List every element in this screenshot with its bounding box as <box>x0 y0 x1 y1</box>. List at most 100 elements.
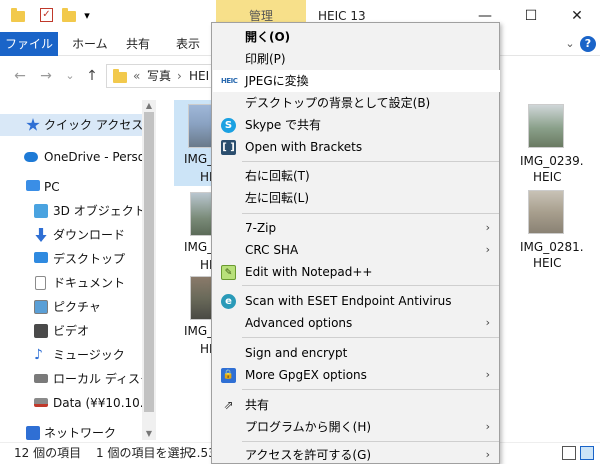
menu-item-print[interactable]: 印刷(P) <box>213 48 500 70</box>
nav-item-local-disk[interactable]: ローカル ディスク (C <box>0 368 156 390</box>
video-icon <box>34 324 48 338</box>
lock-icon: 🔒 <box>221 368 236 383</box>
menu-label: 右に回転(T) <box>245 169 310 183</box>
menu-label: Edit with Notepad++ <box>245 265 373 279</box>
nav-item-3d-objects[interactable]: 3D オブジェクト <box>0 200 156 222</box>
nav-item-desktop[interactable]: デスクトップ <box>0 248 156 270</box>
file-label: HEIC <box>533 170 562 184</box>
menu-item-open[interactable]: 開く(O) <box>213 26 500 48</box>
network-icon <box>26 426 40 440</box>
breadcrumb-separator: › <box>177 69 182 83</box>
menu-item-set-background[interactable]: デスクトップの背景として設定(B) <box>213 92 500 114</box>
menu-label: CRC SHA <box>245 243 299 257</box>
large-icons-view-icon[interactable] <box>580 446 594 460</box>
menu-item-rotate-right[interactable]: 右に回転(T) <box>213 165 500 187</box>
menu-label: 開く(O) <box>245 30 291 44</box>
menu-item-rotate-left[interactable]: 左に回転(L) <box>213 187 500 209</box>
nav-item-network[interactable]: ネットワーク <box>0 422 156 442</box>
menu-item-7zip[interactable]: 7-Zip › <box>213 217 500 239</box>
download-icon <box>35 228 47 242</box>
tab-file[interactable]: ファイル <box>0 32 58 56</box>
ribbon-collapse-icon[interactable]: ⌄ <box>562 36 578 52</box>
menu-label: JPEGに変換 <box>245 74 309 88</box>
new-folder-icon[interactable] <box>62 8 76 22</box>
nav-label: ネットワーク <box>44 426 117 440</box>
pictures-icon <box>34 300 48 314</box>
menu-separator <box>242 285 499 286</box>
status-selection: 1 個の項目を選択 <box>96 446 192 460</box>
nav-item-pc[interactable]: PC <box>0 176 156 198</box>
heic-convert-icon: HEIC <box>221 77 238 85</box>
address-field[interactable]: « 写真 › HEI <box>106 64 221 88</box>
help-icon[interactable]: ? <box>580 36 596 52</box>
address-overflow[interactable]: « <box>133 65 140 87</box>
nav-item-pictures[interactable]: ピクチャ <box>0 296 156 318</box>
tab-view[interactable]: 表示 <box>166 32 210 56</box>
menu-item-share[interactable]: ⇗ 共有 <box>213 394 500 416</box>
maximize-button[interactable]: ☐ <box>508 0 554 32</box>
menu-item-open-with[interactable]: プログラムから開く(H) › <box>213 416 500 438</box>
context-menu: 開く(O) 印刷(P) HEIC JPEGに変換 デスクトップの背景として設定(… <box>211 22 500 464</box>
star-icon <box>26 118 40 131</box>
close-button[interactable]: ✕ <box>554 0 600 32</box>
breadcrumb-photos[interactable]: 写真 <box>147 65 171 87</box>
notepadpp-icon: ✎ <box>221 265 236 280</box>
scroll-down-icon[interactable]: ▼ <box>142 428 156 440</box>
scroll-up-icon[interactable]: ▲ <box>142 100 156 112</box>
tab-home[interactable]: ホーム <box>62 32 118 56</box>
nav-item-onedrive[interactable]: OneDrive - Person <box>0 146 156 168</box>
pc-icon <box>26 180 40 191</box>
nav-item-data-drive[interactable]: Data (¥¥10.10.0. <box>0 392 156 414</box>
menu-item-convert-jpeg[interactable]: HEIC JPEGに変換 <box>213 70 500 92</box>
menu-item-sign-encrypt[interactable]: Sign and encrypt <box>213 342 500 364</box>
nav-label: ミュージック <box>53 348 125 362</box>
file-thumbnail[interactable] <box>528 190 564 234</box>
menu-separator <box>242 389 499 390</box>
nav-label: ローカル ディスク (C <box>53 372 156 386</box>
menu-label: Open with Brackets <box>245 140 363 154</box>
up-button[interactable]: ↑ <box>82 66 102 86</box>
cloud-icon <box>24 152 38 162</box>
menu-label: デスクトップの背景として設定(B) <box>245 96 431 110</box>
nav-label: PC <box>44 180 60 194</box>
menu-item-notepadpp[interactable]: ✎ Edit with Notepad++ <box>213 261 500 283</box>
menu-item-eset-scan[interactable]: e Scan with ESET Endpoint Antivirus <box>213 290 500 312</box>
menu-item-give-access[interactable]: アクセスを許可する(G) › <box>213 444 500 464</box>
menu-item-skype-share[interactable]: S Skype で共有 <box>213 114 500 136</box>
menu-item-crc-sha[interactable]: CRC SHA › <box>213 239 500 261</box>
nav-item-music[interactable]: ♪ ミュージック <box>0 344 156 366</box>
back-button[interactable]: ← <box>10 66 30 86</box>
menu-label: Advanced options <box>245 316 353 330</box>
nav-item-downloads[interactable]: ダウンロード <box>0 224 156 246</box>
nav-label: Data (¥¥10.10.0. <box>53 396 156 410</box>
breadcrumb-heic[interactable]: HEI <box>189 65 209 87</box>
menu-item-advanced-options[interactable]: Advanced options › <box>213 312 500 334</box>
nav-item-quick-access[interactable]: クイック アクセス <box>0 114 156 136</box>
music-icon: ♪ <box>34 347 43 363</box>
nav-item-videos[interactable]: ビデオ <box>0 320 156 342</box>
nav-label: ドキュメント <box>53 276 126 290</box>
folder-icon <box>11 8 25 22</box>
status-item-count: 12 個の項目 <box>14 446 82 460</box>
nav-label: ダウンロード <box>53 228 126 242</box>
properties-check-icon[interactable]: ✓ <box>40 8 53 22</box>
details-view-icon[interactable] <box>562 446 576 460</box>
quick-access-dropdown-icon[interactable]: ▾ <box>80 9 94 23</box>
nav-item-documents[interactable]: ドキュメント <box>0 272 156 294</box>
disk-icon <box>34 374 48 383</box>
menu-label: 共有 <box>245 398 270 412</box>
recent-locations-button[interactable]: ⌄ <box>60 66 80 86</box>
menu-item-gpgex-options[interactable]: 🔒 More GpgEX options › <box>213 364 500 386</box>
tab-share[interactable]: 共有 <box>116 32 160 56</box>
nav-label: OneDrive - Person <box>44 150 153 164</box>
file-label: HEIC <box>533 256 562 270</box>
brackets-icon: [ ] <box>221 140 236 155</box>
folder-icon <box>113 69 127 83</box>
menu-label: Scan with ESET Endpoint Antivirus <box>245 294 452 308</box>
menu-item-open-brackets[interactable]: [ ] Open with Brackets <box>213 136 500 158</box>
nav-scroll-thumb[interactable] <box>144 112 154 412</box>
eset-icon: e <box>221 294 236 309</box>
file-thumbnail[interactable] <box>528 104 564 148</box>
forward-button[interactable]: → <box>36 66 56 86</box>
menu-label: プログラムから開く(H) <box>245 420 372 434</box>
